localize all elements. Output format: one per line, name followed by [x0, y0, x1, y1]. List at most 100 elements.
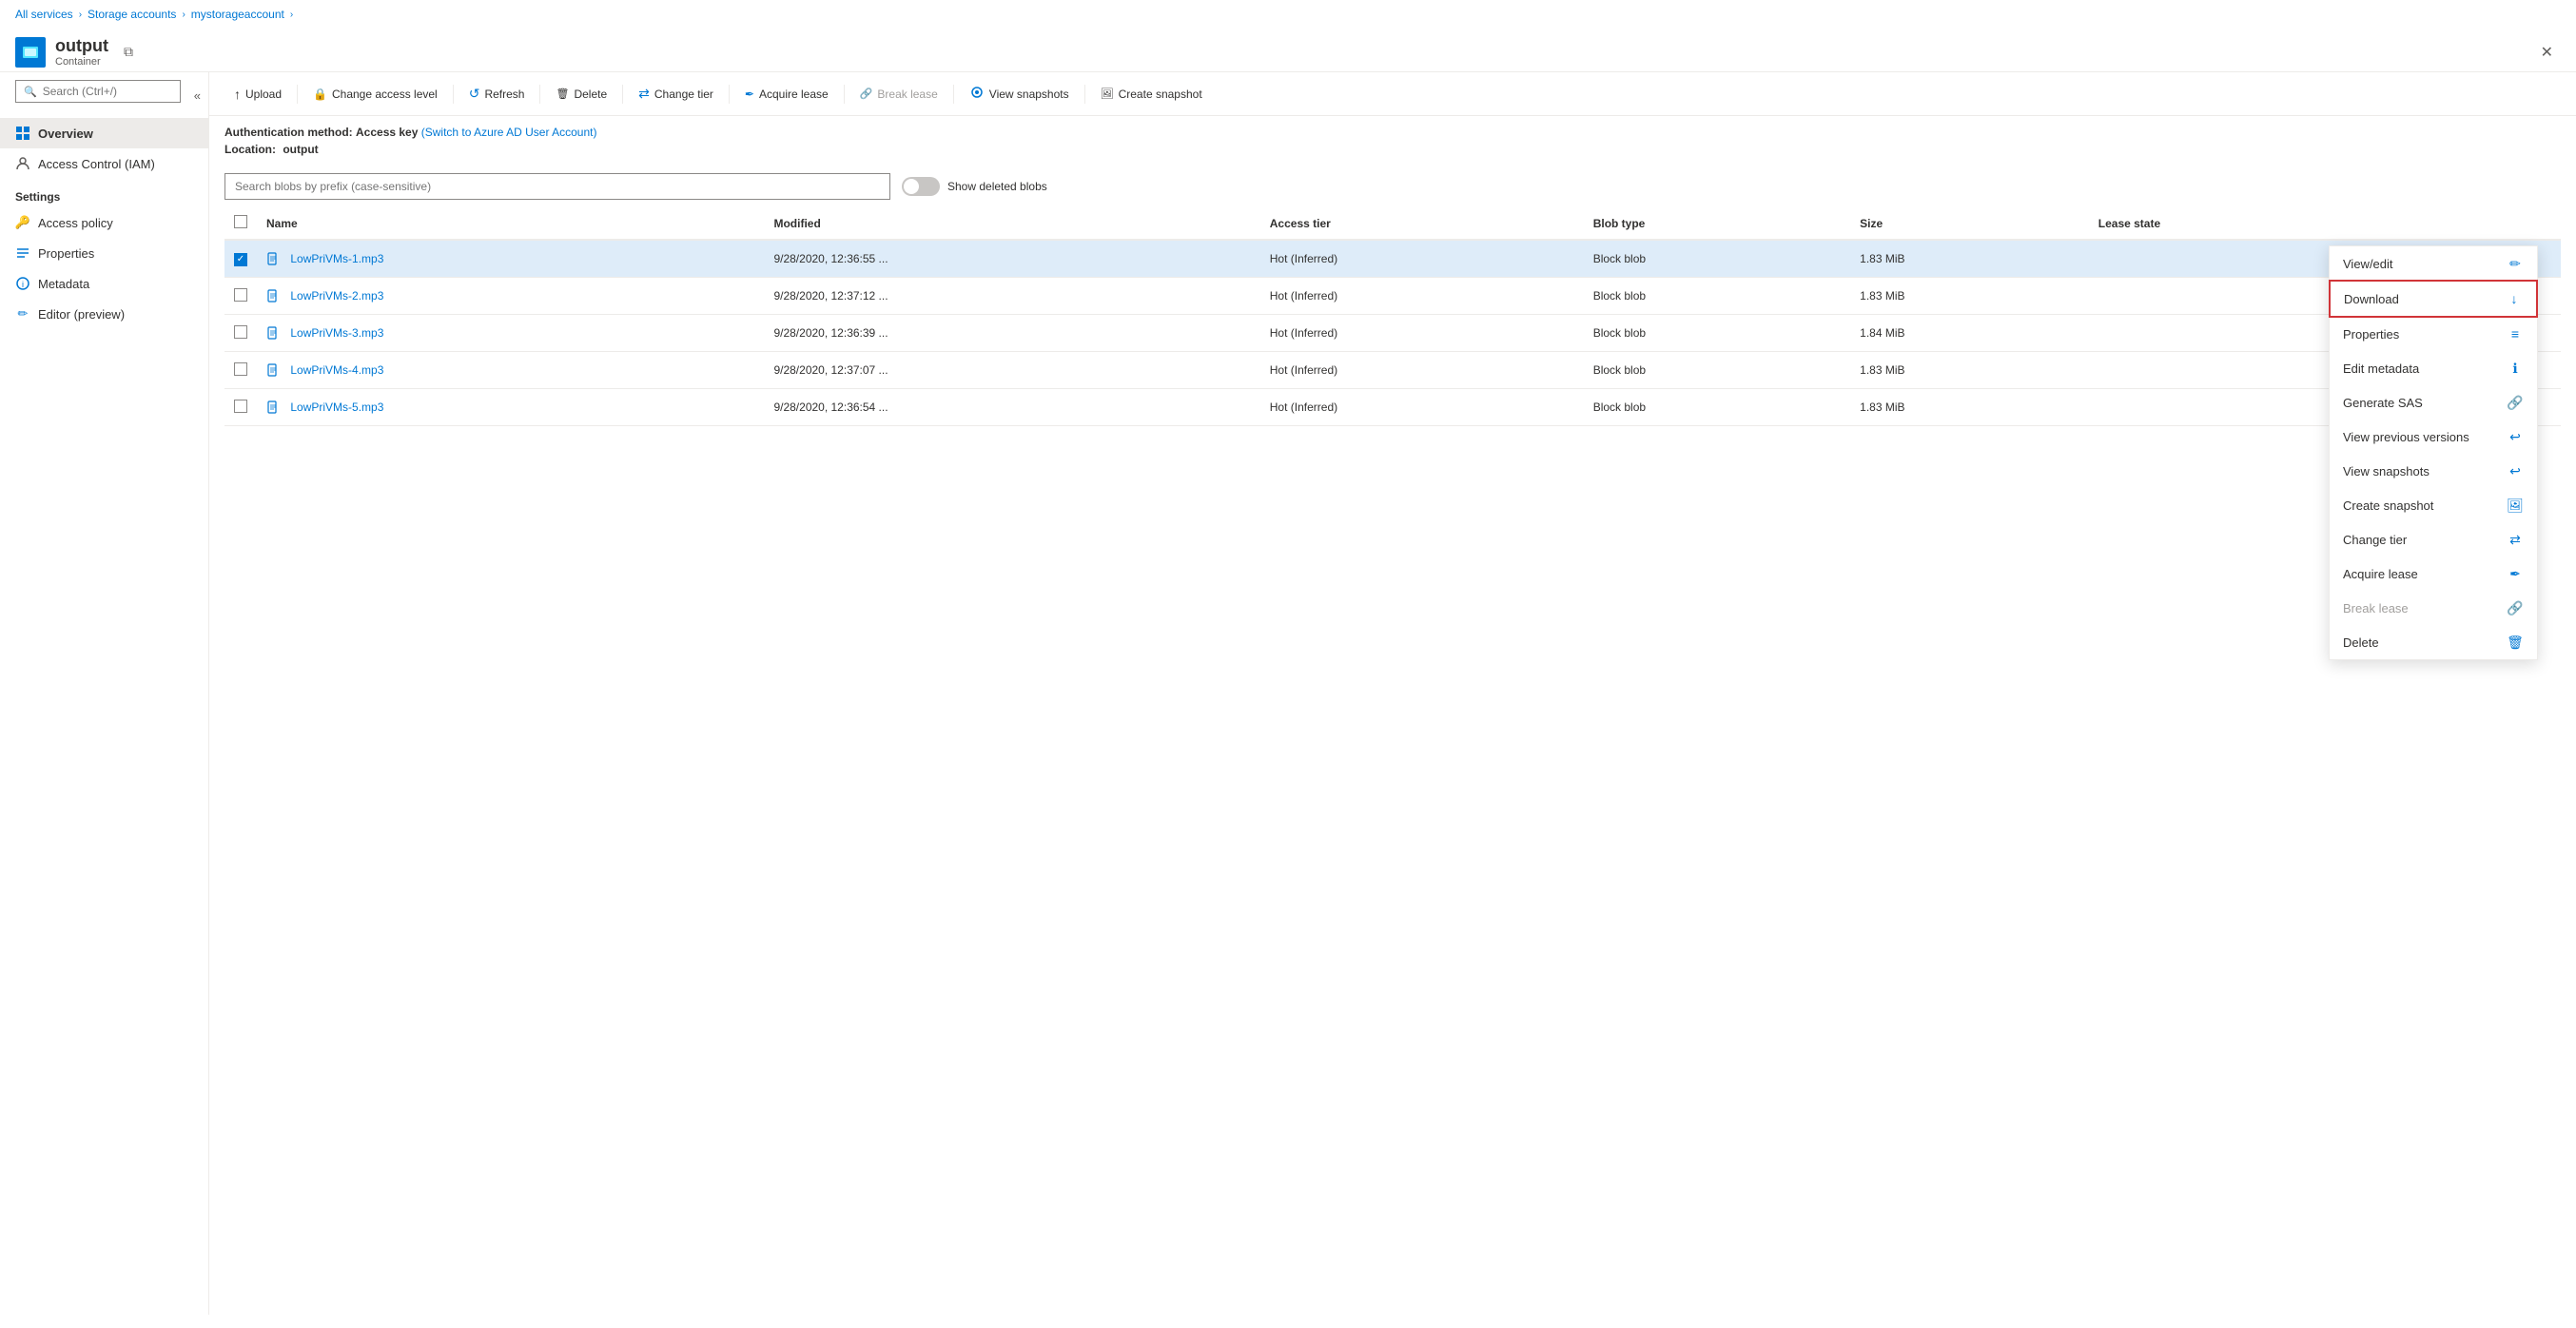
- sidebar-item-overview[interactable]: Overview: [0, 118, 208, 148]
- row-access-tier: Hot (Inferred): [1260, 389, 1584, 426]
- row-checkbox[interactable]: [234, 288, 247, 302]
- select-all-checkbox[interactable]: [234, 215, 247, 228]
- context-menu-item-view-snapshots[interactable]: View snapshots ↩: [2330, 454, 2537, 488]
- change-tier-button[interactable]: ⇄ Change tier: [629, 80, 723, 107]
- col-blob-type[interactable]: Blob type: [1584, 207, 1850, 240]
- page-header: output Container ⧉ ✕: [0, 29, 2576, 72]
- header-more-button[interactable]: ⧉: [118, 42, 139, 62]
- context-menu-item-view-edit[interactable]: View/edit ✏: [2330, 246, 2537, 281]
- menu-item-label-delete: Delete: [2343, 635, 2379, 650]
- show-deleted-toggle[interactable]: [902, 177, 940, 196]
- col-modified[interactable]: Modified: [764, 207, 1259, 240]
- auth-value: Access key: [356, 126, 418, 139]
- col-name[interactable]: Name: [257, 207, 764, 240]
- breadcrumb-storage-accounts[interactable]: Storage accounts: [88, 8, 176, 21]
- auth-switch-link[interactable]: (Switch to Azure AD User Account): [421, 126, 597, 139]
- context-menu-item-properties[interactable]: Properties ≡: [2330, 317, 2537, 351]
- row-name: LowPriVMs-4.mp3: [257, 352, 764, 389]
- iam-icon: [15, 156, 30, 171]
- table-row: LowPriVMs-5.mp3 9/28/2020, 12:36:54 ... …: [224, 389, 2561, 426]
- breadcrumb-all-services[interactable]: All services: [15, 8, 73, 21]
- row-blob-type: Block blob: [1584, 315, 1850, 352]
- menu-item-label-generate-sas: Generate SAS: [2343, 396, 2423, 410]
- sidebar-item-properties-label: Properties: [38, 246, 94, 261]
- col-access-tier[interactable]: Access tier: [1260, 207, 1584, 240]
- sidebar-item-iam[interactable]: Access Control (IAM): [0, 148, 208, 179]
- menu-item-icon-acquire-lease: ✒: [2507, 565, 2524, 582]
- sidebar-search-box[interactable]: 🔍: [15, 80, 181, 103]
- collapse-sidebar-button[interactable]: «: [194, 88, 201, 103]
- file-icon: [266, 326, 286, 340]
- row-name-link[interactable]: LowPriVMs-5.mp3: [290, 400, 383, 414]
- context-menu-item-create-snapshot[interactable]: Create snapshot 🖼: [2330, 488, 2537, 522]
- toolbar-sep-6: [844, 85, 845, 104]
- break-lease-button[interactable]: 🔗 Break lease: [850, 82, 947, 107]
- delete-label: Delete: [574, 88, 607, 101]
- row-checkbox[interactable]: [234, 400, 247, 413]
- menu-item-icon-view-snapshots: ↩: [2507, 462, 2524, 479]
- context-menu-item-view-previous-versions[interactable]: View previous versions ↩: [2330, 420, 2537, 454]
- change-access-button[interactable]: 🔒 Change access level: [303, 82, 447, 107]
- menu-item-label-download: Download: [2344, 292, 2399, 306]
- refresh-label: Refresh: [484, 88, 524, 101]
- view-snapshots-label: View snapshots: [989, 88, 1069, 101]
- sidebar-item-metadata[interactable]: i Metadata: [0, 268, 208, 299]
- row-name-link[interactable]: LowPriVMs-4.mp3: [290, 363, 383, 377]
- blob-search-input[interactable]: [224, 173, 890, 200]
- delete-button[interactable]: 🗑 Delete: [546, 82, 616, 107]
- row-name-link[interactable]: LowPriVMs-2.mp3: [290, 289, 383, 303]
- refresh-button[interactable]: ↺ Refresh: [459, 80, 535, 107]
- breadcrumb-mystorageaccount[interactable]: mystorageaccount: [191, 8, 284, 21]
- upload-button[interactable]: ↑ Upload: [224, 81, 291, 107]
- context-menu-item-break-lease: Break lease 🔗: [2330, 591, 2537, 625]
- row-size: 1.83 MiB: [1850, 240, 2089, 278]
- sidebar-item-editor[interactable]: ✏ Editor (preview): [0, 299, 208, 329]
- menu-item-label-change-tier: Change tier: [2343, 533, 2407, 547]
- menu-item-label-break-lease: Break lease: [2343, 601, 2409, 615]
- context-menu-item-edit-metadata[interactable]: Edit metadata ℹ: [2330, 351, 2537, 385]
- sidebar-item-access-policy[interactable]: 🔑 Access policy: [0, 207, 208, 238]
- sidebar-item-overview-label: Overview: [38, 127, 93, 141]
- delete-icon: 🗑: [556, 88, 569, 100]
- upload-label: Upload: [245, 88, 282, 101]
- sidebar-item-properties[interactable]: Properties: [0, 238, 208, 268]
- blob-table-container: Name Modified Access tier Blob type Size…: [209, 207, 2576, 1315]
- view-snapshots-button[interactable]: View snapshots: [960, 80, 1079, 107]
- view-snapshots-icon: [969, 86, 985, 102]
- context-menu: View/edit ✏ Download ↓ Properties ≡ Edit…: [2329, 245, 2538, 660]
- context-menu-item-acquire-lease[interactable]: Acquire lease ✒: [2330, 557, 2537, 591]
- sidebar-search-input[interactable]: [43, 85, 172, 98]
- row-checkbox[interactable]: [234, 325, 247, 339]
- row-checkbox[interactable]: ✓: [234, 253, 247, 266]
- col-lease-state[interactable]: Lease state: [2089, 207, 2391, 240]
- row-name-link[interactable]: LowPriVMs-3.mp3: [290, 326, 383, 340]
- menu-item-icon-edit-metadata: ℹ: [2507, 360, 2524, 377]
- menu-item-label-view-edit: View/edit: [2343, 257, 2393, 271]
- row-name-link[interactable]: LowPriVMs-1.mp3: [290, 252, 383, 265]
- change-access-icon: 🔒: [313, 88, 327, 101]
- row-access-tier: Hot (Inferred): [1260, 315, 1584, 352]
- col-size[interactable]: Size: [1850, 207, 2089, 240]
- context-menu-item-generate-sas[interactable]: Generate SAS 🔗: [2330, 385, 2537, 420]
- context-menu-item-delete[interactable]: Delete 🗑: [2330, 625, 2537, 659]
- row-modified: 9/28/2020, 12:36:54 ...: [764, 389, 1259, 426]
- toolbar: ↑ Upload 🔒 Change access level ↺ Refresh…: [209, 72, 2576, 116]
- breadcrumb-sep-2: ›: [182, 10, 185, 20]
- metadata-icon: i: [15, 276, 30, 291]
- properties-icon: [15, 245, 30, 261]
- row-blob-type: Block blob: [1584, 352, 1850, 389]
- acquire-lease-button[interactable]: ✒ Acquire lease: [735, 82, 838, 107]
- toolbar-sep-2: [453, 85, 454, 104]
- context-menu-item-change-tier[interactable]: Change tier ⇄: [2330, 522, 2537, 557]
- create-snapshot-button[interactable]: 🖼 Create snapshot: [1091, 82, 1212, 107]
- auth-label: Authentication method:: [224, 126, 353, 139]
- close-button[interactable]: ✕: [2533, 39, 2561, 66]
- row-checkbox-cell: ✓: [224, 240, 257, 278]
- row-checkbox[interactable]: [234, 362, 247, 376]
- context-menu-item-download[interactable]: Download ↓: [2329, 280, 2538, 318]
- row-checkbox-cell: [224, 389, 257, 426]
- file-icon: [266, 252, 286, 265]
- table-header: Name Modified Access tier Blob type Size…: [224, 207, 2561, 240]
- breadcrumb-sep-3: ›: [290, 10, 293, 20]
- file-icon: [266, 363, 286, 377]
